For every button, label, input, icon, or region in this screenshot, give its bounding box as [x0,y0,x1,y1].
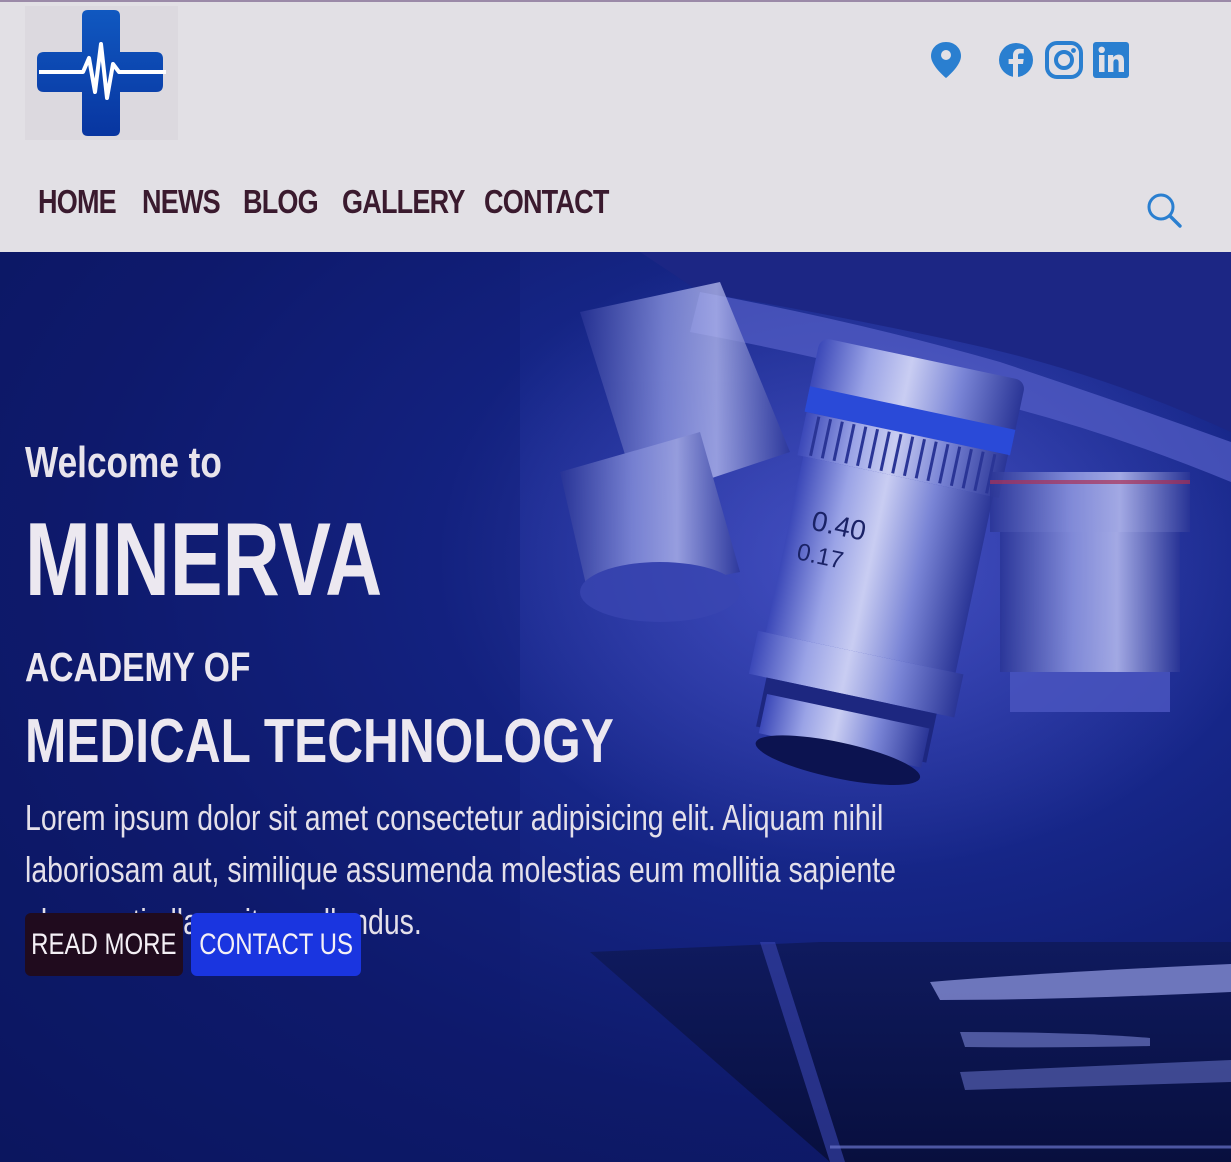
hero-subtitle-line2: MEDICAL TECHNOLOGY [25,707,614,776]
site-header: HOME NEWS BLOG GALLERY CONTACT [0,0,1231,252]
facebook-icon[interactable] [996,40,1036,80]
site-logo[interactable] [25,6,178,140]
page: HOME NEWS BLOG GALLERY CONTACT 0.40 0.17… [0,0,1231,1162]
read-more-label: READ MORE [31,927,177,961]
linkedin-icon[interactable] [1091,40,1131,80]
hero-subtitle-line1: ACADEMY OF [25,644,251,690]
location-pin-icon[interactable] [928,40,964,80]
search-button[interactable] [1144,190,1184,230]
hero-brand-title: MINERVA [25,502,383,618]
nav-item-home[interactable]: HOME [38,180,117,224]
nav-item-contact[interactable]: CONTACT [484,180,609,224]
search-icon [1147,193,1182,228]
hero-section: 0.40 0.17 Welcome to MINERVA ACADEMY OF … [0,252,1231,1162]
nav-item-blog[interactable]: BLOG [243,180,319,224]
read-more-button[interactable]: READ MORE [25,913,183,976]
nav-item-news[interactable]: NEWS [142,180,221,224]
medical-cross-heartbeat-icon [37,10,166,136]
nav-item-gallery[interactable]: GALLERY [342,180,465,224]
instagram-icon[interactable] [1044,40,1084,80]
contact-us-button[interactable]: CONTACT US [191,913,361,976]
hero-welcome: Welcome to [25,438,222,487]
contact-us-label: CONTACT US [199,927,353,961]
